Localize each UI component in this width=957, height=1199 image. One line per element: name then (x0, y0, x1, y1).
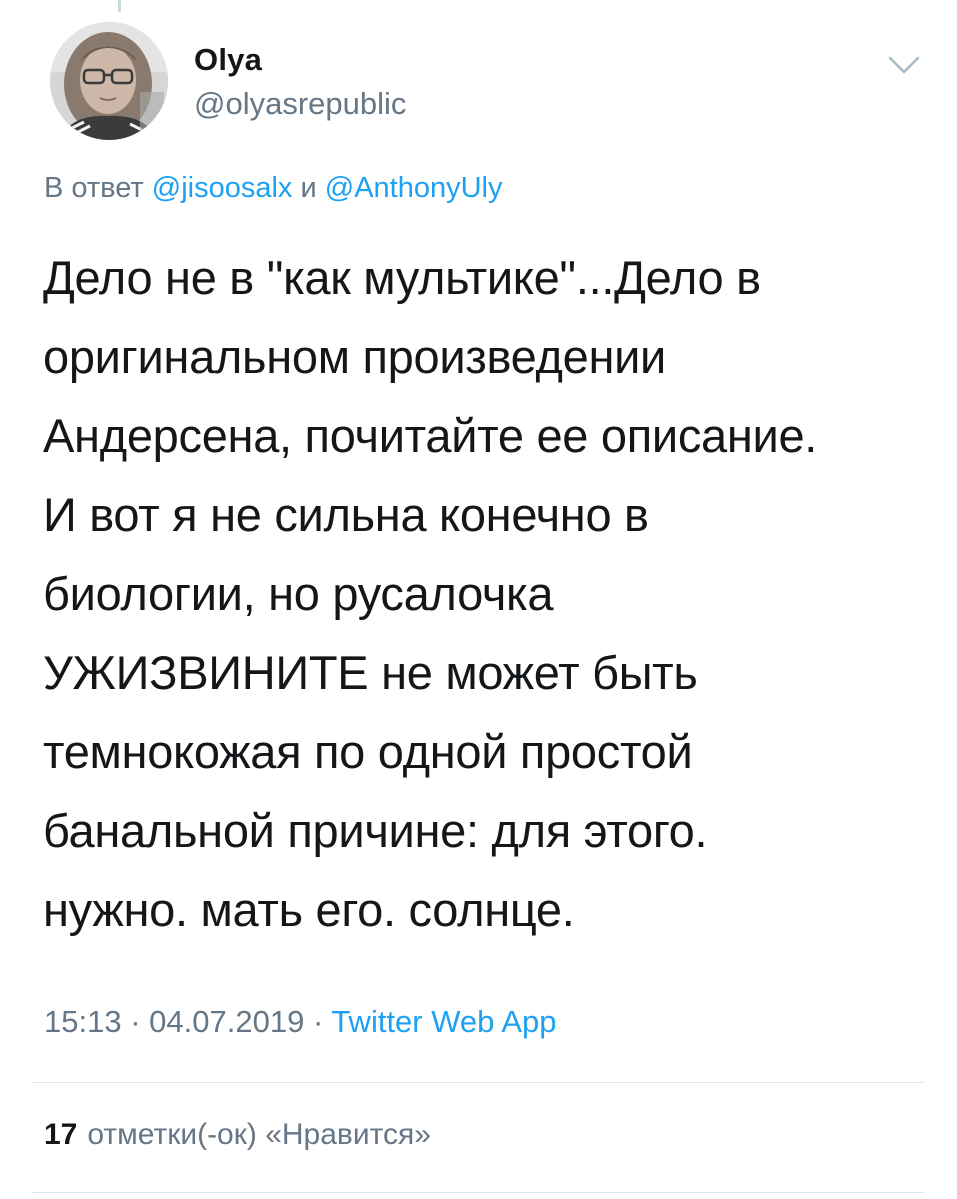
avatar[interactable] (50, 22, 168, 140)
divider (32, 1082, 925, 1083)
likes-label: отметки(-ок) «Нравится» (87, 1118, 431, 1151)
likes-count: 17 (44, 1118, 78, 1151)
author-display-name[interactable]: Olya (194, 42, 262, 78)
tweet-time[interactable]: 15:13 (44, 1004, 122, 1039)
chevron-down-icon[interactable] (884, 50, 924, 80)
author-handle[interactable]: @olyasrepublic (194, 86, 406, 122)
tweet-date[interactable]: 04.07.2019 (149, 1004, 304, 1039)
tweet-meta: 15:13 · 04.07.2019 · Twitter Web App (44, 1004, 556, 1040)
reply-joiner: и (300, 172, 317, 204)
reply-context: В ответ @jisoosalx и @AnthonyUly (44, 172, 503, 205)
reply-mention-link[interactable]: @AnthonyUly (325, 172, 503, 204)
meta-separator: · (130, 1004, 141, 1039)
reply-prefix: В ответ (44, 172, 144, 204)
tweet-source-link[interactable]: Twitter Web App (331, 1004, 556, 1039)
divider (32, 1192, 925, 1193)
reply-mention-link[interactable]: @jisoosalx (152, 172, 293, 204)
thread-connector-line (118, 0, 121, 12)
tweet-text: Дело не в "как мультике"...Дело в оригин… (43, 251, 818, 936)
meta-separator: · (312, 1004, 324, 1039)
avatar-photo (50, 22, 168, 140)
likes-summary[interactable]: 17 отметки(-ок) «Нравится» (44, 1118, 431, 1152)
